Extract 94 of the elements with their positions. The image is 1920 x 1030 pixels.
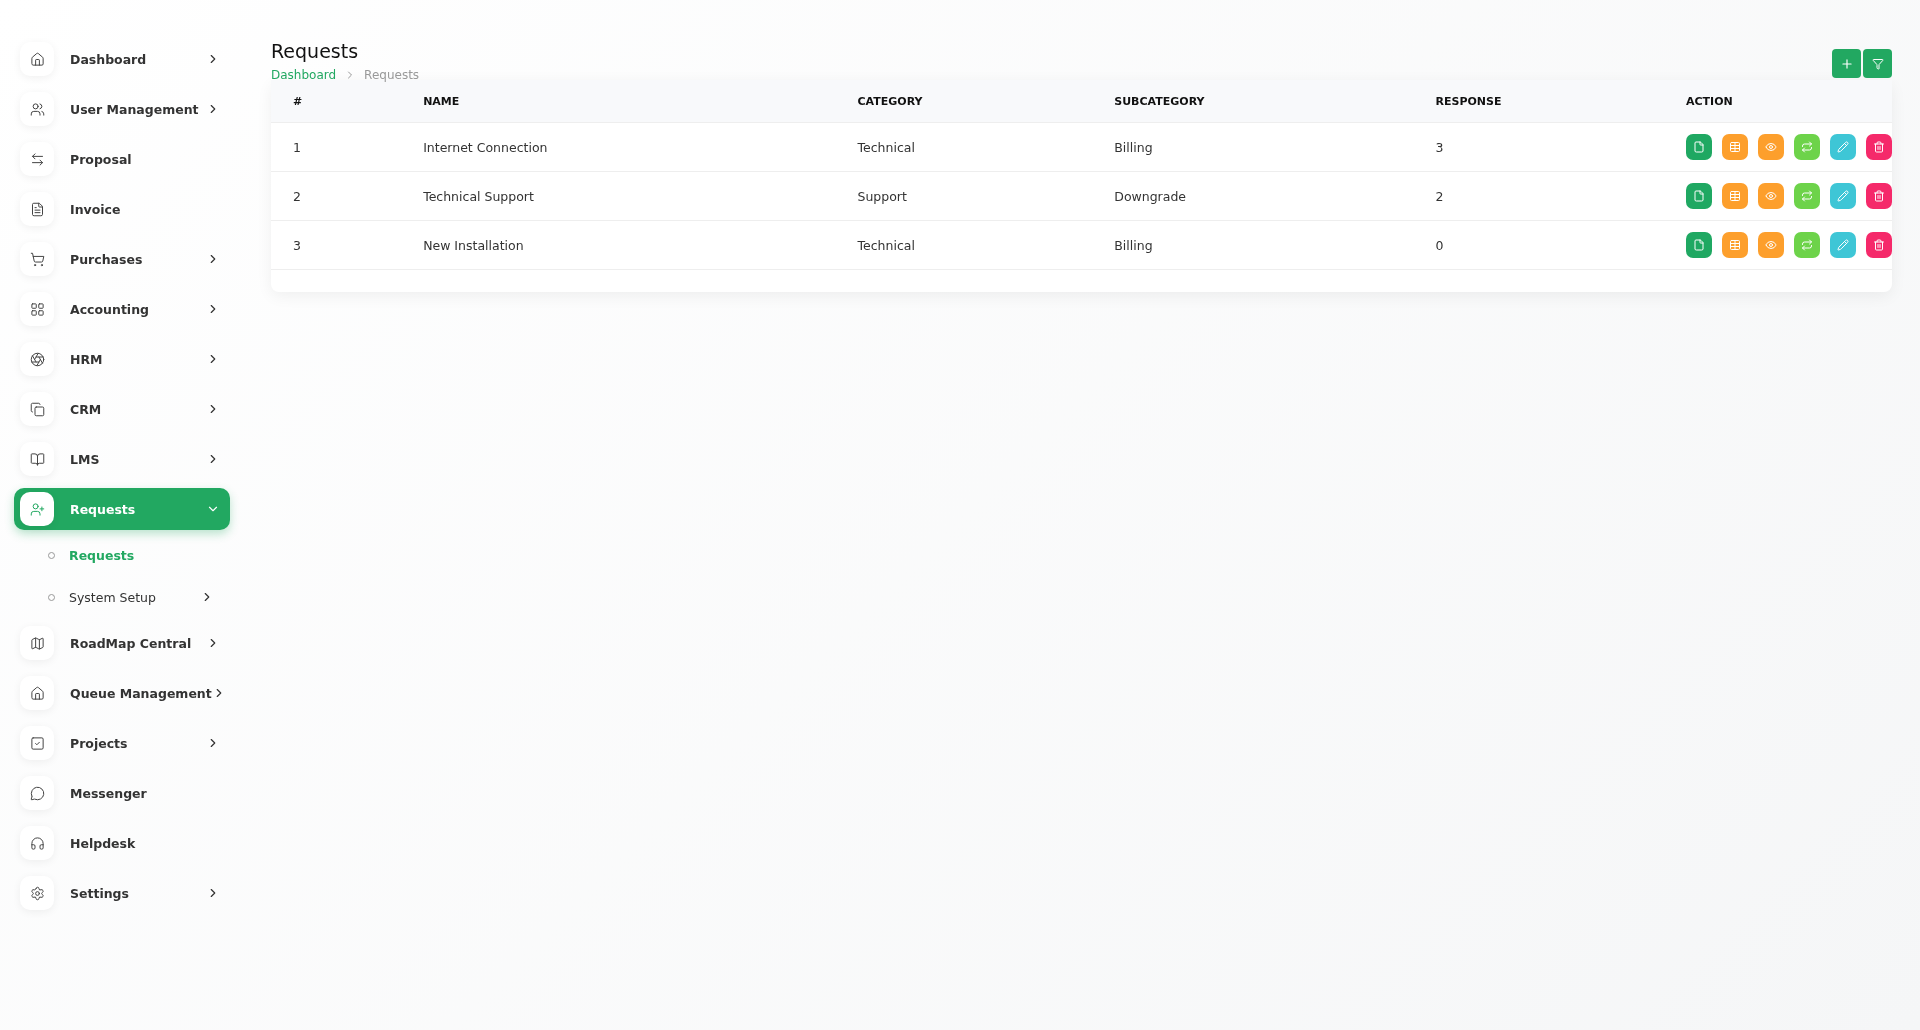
column-header: NAME <box>401 80 836 123</box>
trash-icon <box>1873 190 1885 202</box>
cart-icon <box>20 242 54 276</box>
sync-button[interactable] <box>1794 232 1820 258</box>
map-icon <box>20 626 54 660</box>
sidebar-item[interactable]: Messenger <box>14 772 230 814</box>
home-icon <box>20 42 54 76</box>
pencil-button[interactable] <box>1830 134 1856 160</box>
pencil-icon <box>1837 141 1849 153</box>
sync-icon <box>1801 141 1813 153</box>
sidebar-item[interactable]: LMS <box>14 438 230 480</box>
sync-icon <box>1801 239 1813 251</box>
table-button[interactable] <box>1722 232 1748 258</box>
headphones-icon <box>20 826 54 860</box>
aperture-icon <box>20 342 54 376</box>
sidebar-item[interactable]: User Management <box>14 88 230 130</box>
sidebar-item[interactable]: Accounting <box>14 288 230 330</box>
copy-icon <box>20 392 54 426</box>
table-icon <box>1729 239 1741 251</box>
sidebar-item[interactable]: CRM <box>14 388 230 430</box>
plus-icon <box>1839 56 1854 71</box>
document-button[interactable] <box>1686 183 1712 209</box>
add-button[interactable] <box>1832 49 1861 78</box>
submenu-item[interactable]: System Setup <box>14 580 230 614</box>
table-cell: Technical <box>835 122 1093 172</box>
grid-icon <box>20 292 54 326</box>
table-cell: 3 <box>271 220 402 270</box>
sidebar-item[interactable]: HRM <box>14 338 230 380</box>
sidebar-item[interactable]: Projects <box>14 722 230 764</box>
column-header: # <box>271 80 402 123</box>
sidebar-item[interactable]: Queue Management <box>14 672 230 714</box>
pencil-icon <box>1837 239 1849 251</box>
home-icon <box>20 676 54 710</box>
document-button[interactable] <box>1686 134 1712 160</box>
eye-button[interactable] <box>1758 183 1784 209</box>
filter-icon <box>1871 57 1884 70</box>
pencil-icon <box>1837 190 1849 202</box>
trash-icon <box>1873 239 1885 251</box>
table-icon <box>1729 141 1741 153</box>
trash-button[interactable] <box>1866 232 1892 258</box>
eye-icon <box>1765 190 1777 202</box>
document-button[interactable] <box>1686 232 1712 258</box>
table-button[interactable] <box>1722 134 1748 160</box>
checkbox-icon <box>20 726 54 760</box>
arrows-icon <box>20 142 54 176</box>
trash-icon <box>1873 141 1885 153</box>
column-header: RESPONSE <box>1413 80 1664 123</box>
table-cell: New Installation <box>401 220 836 270</box>
table-cell: Downgrade <box>1092 171 1414 221</box>
document-icon <box>1693 190 1705 202</box>
document-icon <box>20 192 54 226</box>
eye-button[interactable] <box>1758 134 1784 160</box>
table-button[interactable] <box>1722 183 1748 209</box>
gear-icon <box>20 876 54 910</box>
filter-button[interactable] <box>1863 49 1892 78</box>
table-icon <box>1729 190 1741 202</box>
column-header: CATEGORY <box>835 80 1093 123</box>
sidebar-item[interactable]: Invoice <box>14 188 230 230</box>
document-icon <box>1693 141 1705 153</box>
table-cell: 0 <box>1413 220 1664 270</box>
sync-icon <box>1801 190 1813 202</box>
column-header: SUBCATEGORY <box>1092 80 1414 123</box>
page-title: Requests <box>271 40 360 62</box>
eye-button[interactable] <box>1758 232 1784 258</box>
sidebar-item[interactable]: Settings <box>14 872 230 914</box>
sidebar-item[interactable]: Dashboard <box>14 38 230 80</box>
document-icon <box>1693 239 1705 251</box>
column-header: ACTION <box>1664 80 1892 123</box>
table-cell: 3 <box>1413 122 1664 172</box>
sidebar-item[interactable]: RoadMap Central <box>14 622 230 664</box>
table-cell: Internet Connection <box>401 122 836 172</box>
table-cell: Technical <box>835 220 1093 270</box>
table-cell: 2 <box>1413 171 1664 221</box>
sync-button[interactable] <box>1794 134 1820 160</box>
sidebar-item[interactable]: Purchases <box>14 238 230 280</box>
users-icon <box>20 92 54 126</box>
table-cell: Technical Support <box>401 171 836 221</box>
chat-icon <box>20 776 54 810</box>
table-cell: Billing <box>1092 122 1414 172</box>
pencil-button[interactable] <box>1830 232 1856 258</box>
book-icon <box>20 442 54 476</box>
trash-button[interactable] <box>1866 183 1892 209</box>
sidebar-item[interactable]: Proposal <box>14 138 230 180</box>
eye-icon <box>1765 141 1777 153</box>
pencil-button[interactable] <box>1830 183 1856 209</box>
user-plus-icon <box>20 492 54 526</box>
eye-icon <box>1765 239 1777 251</box>
table-cell: Billing <box>1092 220 1414 270</box>
trash-button[interactable] <box>1866 134 1892 160</box>
table-cell: 2 <box>271 171 402 221</box>
sidebar-item[interactable]: Helpdesk <box>14 822 230 864</box>
table-cell: Support <box>835 171 1093 221</box>
sync-button[interactable] <box>1794 183 1820 209</box>
table-cell: 1 <box>271 122 402 172</box>
